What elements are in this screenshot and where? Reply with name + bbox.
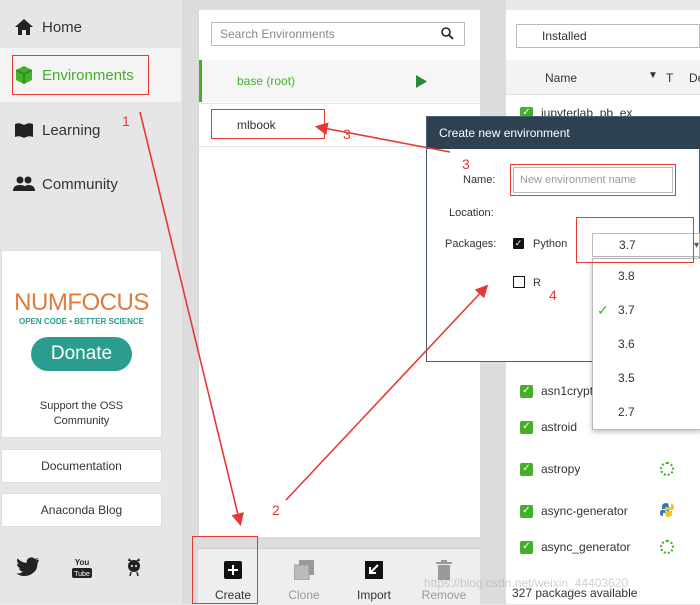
annotation-label: 3 — [462, 156, 470, 172]
annotation-label: 1 — [122, 113, 130, 129]
annotation-label: 2 — [272, 502, 280, 518]
watermark: https://blog.csdn.net/weixin_44403620 — [424, 576, 629, 590]
annotation-arrows — [139, 111, 489, 527]
annotation-label: 4 — [549, 287, 557, 303]
annotation-label: 3 — [343, 126, 351, 142]
